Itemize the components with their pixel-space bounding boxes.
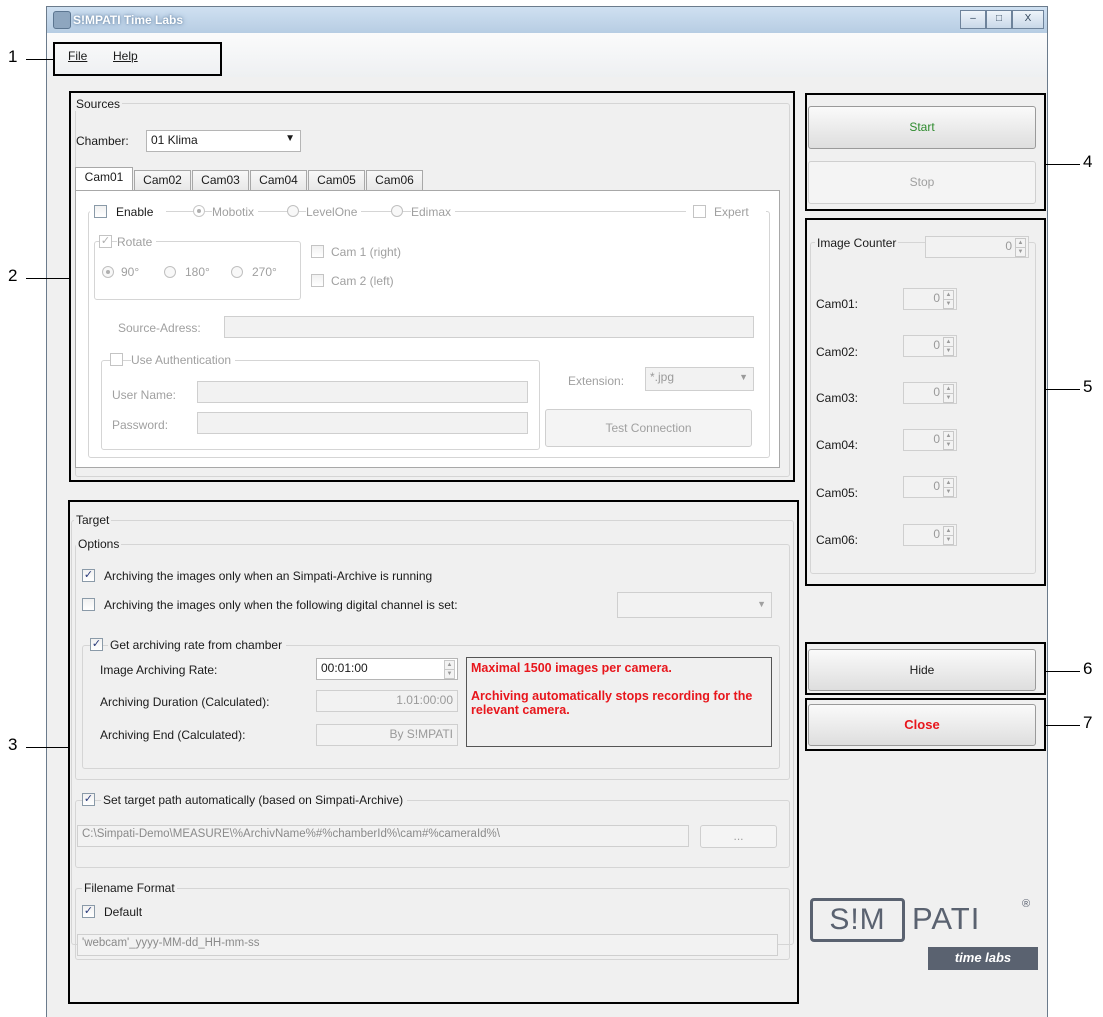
logo-brand-right: PATI — [912, 901, 981, 936]
minimize-button[interactable]: – — [960, 10, 986, 29]
callout-box-6 — [805, 642, 1046, 695]
callout-number-7: 7 — [1083, 713, 1093, 732]
callout-number-6: 6 — [1083, 659, 1093, 678]
callout-number-5: 5 — [1083, 377, 1093, 396]
app-icon — [53, 11, 71, 29]
callout-box-4 — [805, 93, 1046, 211]
callout-box-1 — [53, 42, 222, 76]
callout-box-2 — [69, 91, 795, 482]
maximize-button[interactable]: □ — [986, 10, 1012, 29]
callout-number-3: 3 — [8, 735, 18, 754]
callout-number-1: 1 — [8, 47, 18, 66]
logo-brand-left: S!M — [810, 898, 905, 942]
logo-tagline: time labs — [928, 947, 1038, 970]
callout-box-3 — [68, 500, 799, 1004]
callout-number-2: 2 — [8, 266, 18, 285]
callout-box-7 — [805, 698, 1046, 751]
close-window-button[interactable]: X — [1012, 10, 1044, 29]
callout-box-5 — [805, 218, 1046, 586]
logo-registered: ® — [1022, 898, 1031, 910]
callout-number-4: 4 — [1083, 152, 1093, 171]
simpati-logo: S!M PATI ® time labs — [810, 898, 1038, 970]
title-bar: S!MPATI Time Labs – □ X — [47, 7, 1047, 33]
window-title: S!MPATI Time Labs — [73, 13, 184, 27]
